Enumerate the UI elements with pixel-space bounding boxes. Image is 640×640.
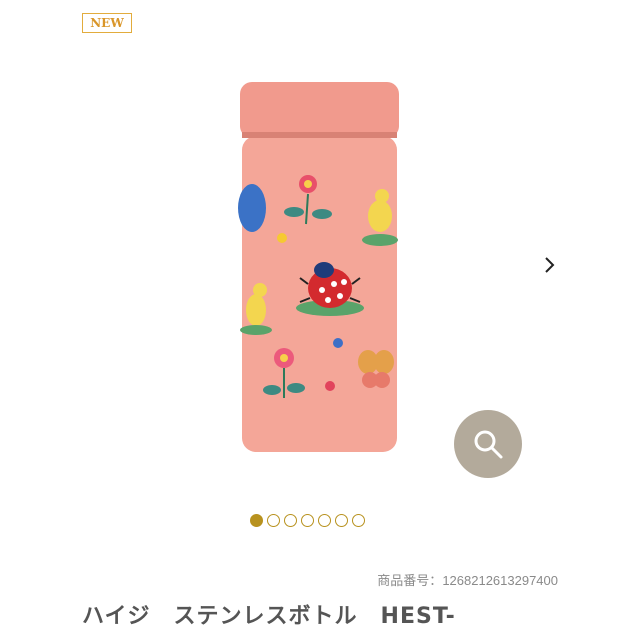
product-code: 商品番号：1268212613297400 xyxy=(377,570,558,589)
pagination-dot-4[interactable] xyxy=(301,514,314,527)
next-image-button[interactable] xyxy=(536,250,564,280)
pagination-dot-1[interactable] xyxy=(250,514,263,527)
pagination-dot-5[interactable] xyxy=(318,514,331,527)
pagination-dot-7[interactable] xyxy=(352,514,365,527)
product-title: ハイジ ステンレスボトル HEST- xyxy=(82,604,456,629)
product-code-value: 1268212613297400 xyxy=(442,573,558,588)
gallery-pagination xyxy=(250,514,365,527)
stainless-bottle-image xyxy=(238,82,399,452)
pagination-dot-3[interactable] xyxy=(284,514,297,527)
product-image[interactable] xyxy=(230,78,410,458)
search-icon xyxy=(474,430,503,459)
product-code-label: 商品番号： xyxy=(377,573,443,588)
chevron-right-icon xyxy=(545,257,555,273)
pagination-dot-6[interactable] xyxy=(335,514,348,527)
zoom-button[interactable] xyxy=(454,410,522,478)
new-badge: NEW xyxy=(82,13,132,33)
pagination-dot-2[interactable] xyxy=(267,514,280,527)
